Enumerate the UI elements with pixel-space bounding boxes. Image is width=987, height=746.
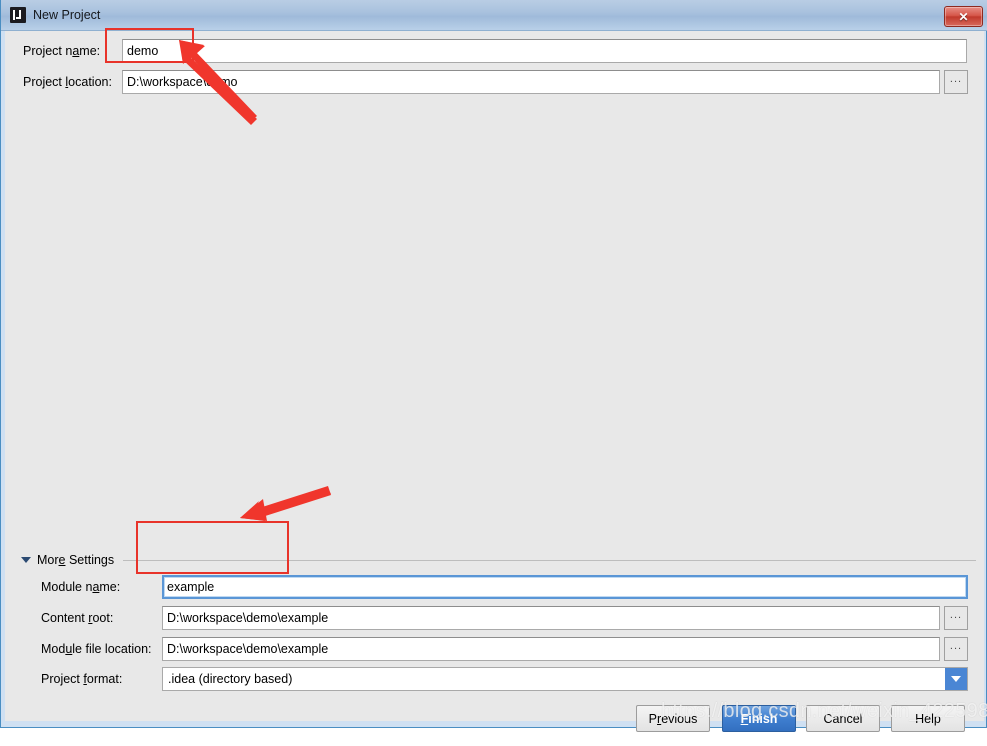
window-title: New Project bbox=[33, 8, 101, 22]
module-name-row: Module name: example bbox=[5, 575, 984, 599]
content-root-row: Content root: D:\workspace\demo\example … bbox=[5, 606, 984, 630]
dialog-body: Project name: demo Project location: D:\… bbox=[5, 31, 984, 732]
project-location-label: Project location: bbox=[23, 75, 112, 89]
top-form-section: Project name: demo Project location: D:\… bbox=[5, 31, 984, 98]
project-name-label: Project name: bbox=[23, 44, 101, 58]
chevron-down-icon[interactable] bbox=[945, 668, 967, 690]
project-format-label: Project format: bbox=[41, 672, 123, 686]
title-bar: New Project ✕ bbox=[1, 0, 987, 31]
module-file-location-input[interactable]: D:\workspace\demo\example bbox=[162, 637, 940, 661]
project-format-row: Project format: .idea (directory based) bbox=[5, 667, 984, 691]
new-project-dialog: New Project ✕ Project name: demo Project… bbox=[0, 0, 987, 732]
close-icon: ✕ bbox=[958, 9, 969, 24]
close-button[interactable]: ✕ bbox=[944, 6, 983, 27]
content-spacer bbox=[5, 98, 984, 546]
more-settings-separator bbox=[123, 559, 976, 561]
content-root-label: Content root: bbox=[41, 611, 114, 625]
project-location-input[interactable]: D:\workspace\demo bbox=[122, 70, 940, 94]
project-name-input[interactable]: demo bbox=[122, 39, 967, 63]
project-name-row: Project name: demo bbox=[5, 39, 984, 63]
intellij-idea-logo-icon bbox=[10, 7, 26, 23]
more-settings-section: Module name: example Content root: D:\wo… bbox=[5, 571, 984, 696]
module-file-location-browse-button[interactable]: ... bbox=[944, 637, 968, 661]
chevron-down-icon[interactable] bbox=[21, 557, 31, 563]
project-format-selected-value: .idea (directory based) bbox=[168, 672, 293, 686]
content-root-input[interactable]: D:\workspace\demo\example bbox=[162, 606, 940, 630]
dialog-button-bar: Pr evious Finish Cancel Help bbox=[5, 696, 984, 746]
more-settings-label: More Settings bbox=[37, 553, 115, 567]
module-name-input[interactable]: example bbox=[162, 575, 968, 599]
project-location-row: Project location: D:\workspace\demo ... bbox=[5, 70, 984, 94]
project-location-browse-button[interactable]: ... bbox=[944, 70, 968, 94]
module-name-label: Module name: bbox=[41, 580, 121, 594]
content-root-browse-button[interactable]: ... bbox=[944, 606, 968, 630]
project-format-select[interactable]: .idea (directory based) bbox=[162, 667, 968, 691]
title-bar-left: New Project bbox=[10, 7, 100, 23]
more-settings-header[interactable]: More Settings bbox=[5, 549, 984, 571]
module-file-location-label: Module file location: bbox=[41, 642, 152, 656]
module-file-location-row: Module file location: D:\workspace\demo\… bbox=[5, 637, 984, 661]
